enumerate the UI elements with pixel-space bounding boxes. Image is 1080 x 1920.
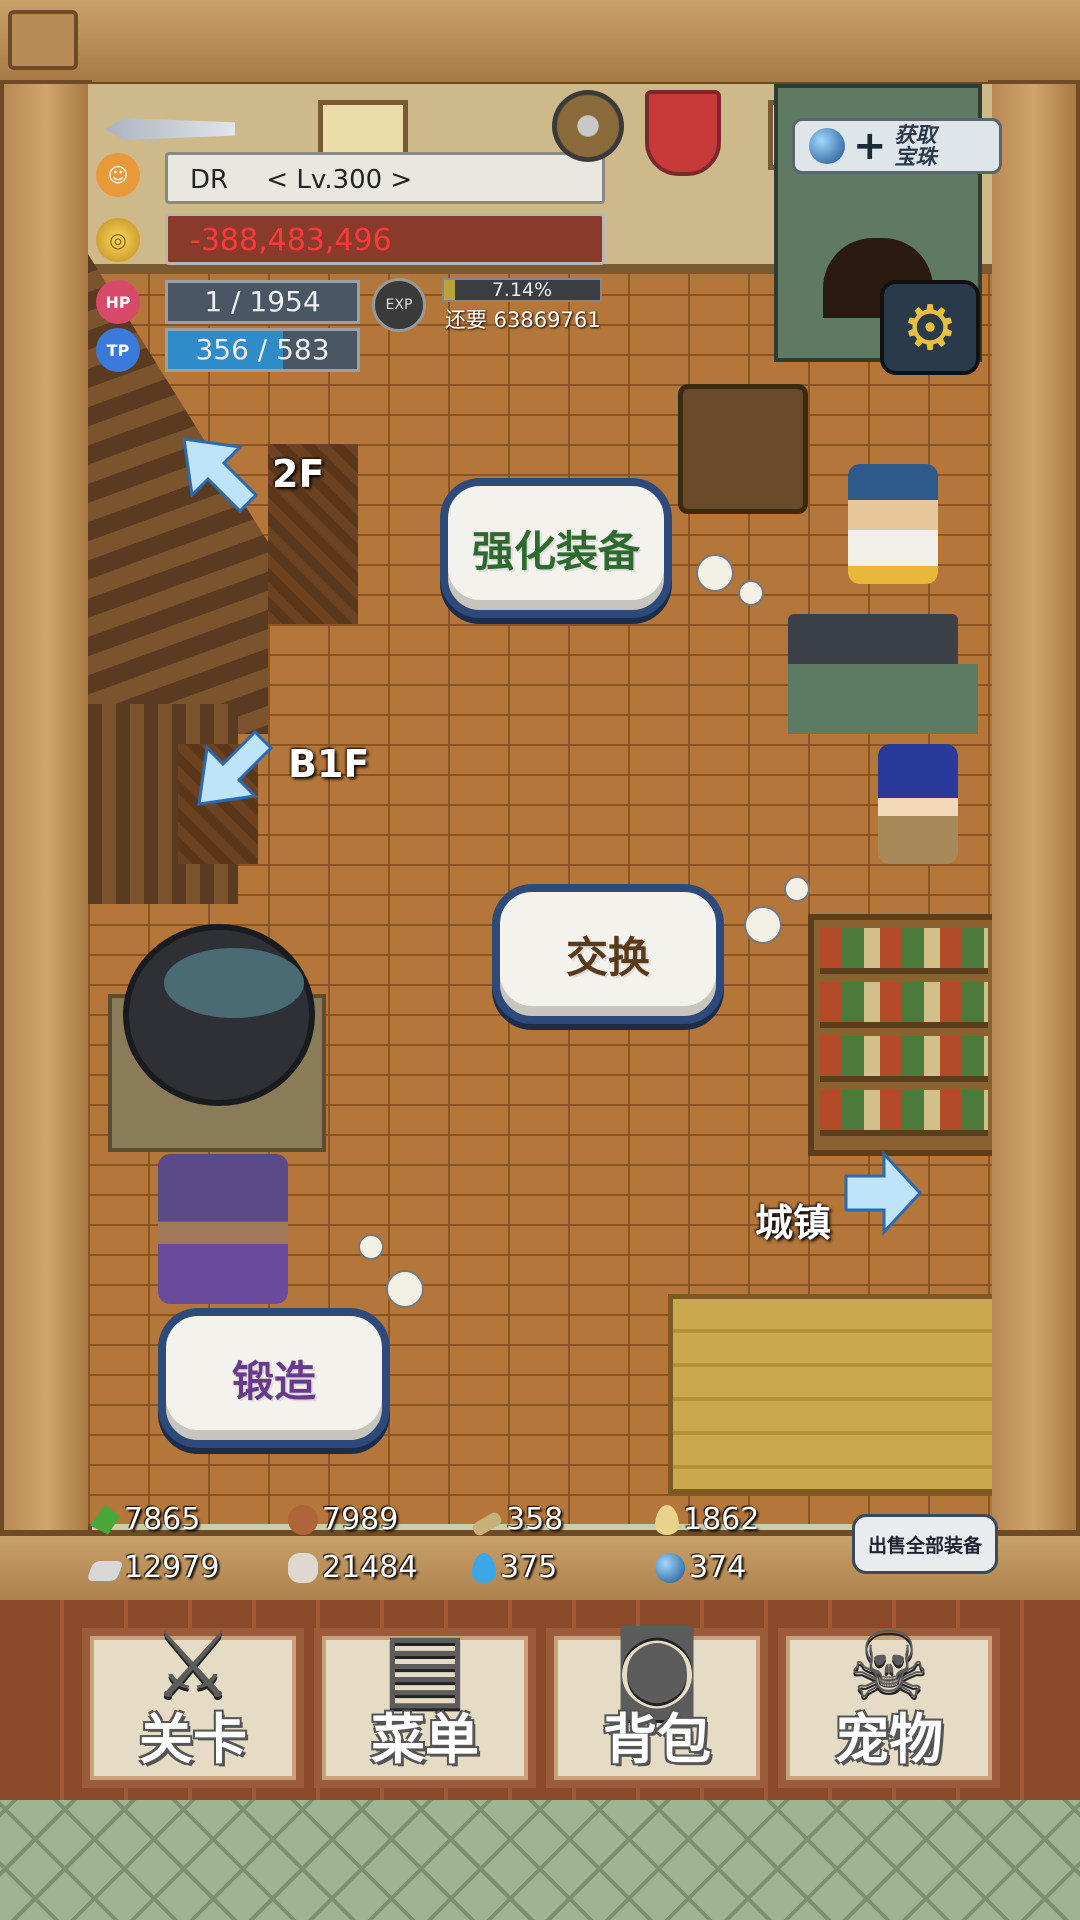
- floor-2f-label[interactable]: 2F: [272, 452, 324, 496]
- resource-blue-orb: 374: [655, 1550, 746, 1585]
- gold-amount-box: -388,483,496: [165, 213, 605, 265]
- exp-remaining: 还要 63869761: [445, 308, 601, 332]
- speech-bubble-dot: [744, 906, 782, 944]
- settings-button[interactable]: ⚙: [880, 280, 980, 375]
- left-frame: [0, 80, 92, 1620]
- frame-knob: [8, 10, 78, 70]
- wizard-npc[interactable]: [158, 1154, 288, 1304]
- speech-bubble-dot: [784, 876, 810, 902]
- resource-plank: 358: [470, 1502, 564, 1538]
- hp-bar: 1 / 1954: [165, 280, 360, 324]
- iron-ingot-icon: [86, 1560, 124, 1581]
- exchange-label: 交换: [565, 932, 650, 982]
- exchange-button[interactable]: 交换: [492, 884, 724, 1024]
- player-name: DR: [190, 165, 229, 195]
- stone-icon: [288, 1552, 318, 1583]
- herb-icon: [90, 1504, 120, 1535]
- resource-value: 374: [689, 1550, 747, 1585]
- resource-wood: 7989: [288, 1502, 398, 1537]
- resource-value: 7989: [322, 1502, 399, 1537]
- player-avatar-icon: ☺: [96, 153, 140, 197]
- plank-icon: [470, 1509, 504, 1538]
- floor-b1f-label[interactable]: B1F: [288, 742, 369, 786]
- nav-menu-button[interactable]: ▤ 菜单: [314, 1612, 536, 1788]
- resource-value: 375: [500, 1550, 558, 1585]
- forge-button[interactable]: 锻造: [158, 1308, 390, 1448]
- flame-drop-icon: [655, 1504, 679, 1535]
- plus-icon: +: [853, 123, 887, 169]
- speech-bubble-dot: [738, 580, 764, 606]
- arrow-up-left-icon[interactable]: [180, 435, 260, 515]
- nav-pets-label: 宠物: [835, 1708, 943, 1771]
- gear-icon: ⚙: [902, 291, 958, 364]
- tiled-floor-border: [0, 1800, 1080, 1920]
- player-name-box: DR < Lv.300 >: [165, 152, 605, 204]
- tp-value: 356 / 583: [195, 333, 330, 366]
- gold-amount: -388,483,496: [190, 223, 392, 258]
- anvil: [788, 614, 978, 734]
- nav-stages-button[interactable]: ⚔ 关卡: [82, 1612, 304, 1788]
- arrow-down-left-icon[interactable]: [195, 728, 275, 808]
- player-level: < Lv.300 >: [266, 165, 413, 195]
- exp-bar: 7.14%: [442, 278, 602, 302]
- nav-pets-button[interactable]: ☠ 宠物: [778, 1612, 1000, 1788]
- resource-flame-drop: 1862: [655, 1502, 759, 1537]
- exp-bar-fill: [444, 280, 456, 300]
- top-frame: [0, 0, 1080, 88]
- sell-all-label: 出售全部装备: [867, 1534, 982, 1557]
- speech-bubble-dot: [358, 1234, 384, 1260]
- enhance-equipment-button[interactable]: 强化装备: [440, 478, 672, 618]
- exp-icon: EXP: [372, 278, 426, 332]
- speech-bubble-dot: [696, 554, 734, 592]
- blue-orb-icon: [809, 128, 845, 164]
- wood-icon: [288, 1504, 318, 1535]
- resource-value: 12979: [124, 1550, 220, 1585]
- gold-coin-icon: ◎: [96, 218, 140, 262]
- nav-menu-label: 菜单: [371, 1708, 479, 1771]
- town-label[interactable]: 城镇: [755, 1192, 831, 1247]
- sell-all-equipment-button[interactable]: 出售全部装备: [852, 1514, 998, 1574]
- enhance-equipment-label: 强化装备: [471, 526, 640, 576]
- trader-npc[interactable]: [878, 744, 958, 864]
- resource-iron: 12979: [86, 1550, 220, 1585]
- speech-bubble-dot: [386, 1270, 424, 1308]
- forge-label: 锻造: [231, 1356, 316, 1406]
- tp-heart-icon: TP: [96, 328, 140, 372]
- wooden-table: [668, 1294, 992, 1494]
- resource-herb: 7865: [90, 1502, 200, 1537]
- blacksmith-npc[interactable]: [848, 464, 938, 584]
- hp-heart-icon: HP: [96, 280, 140, 324]
- resource-value: 358: [506, 1502, 564, 1537]
- resource-blue-flame: 375: [472, 1550, 557, 1585]
- hp-value: 1 / 1954: [204, 285, 321, 318]
- arrow-right-icon[interactable]: [842, 1150, 924, 1236]
- resource-value: 7865: [124, 1502, 201, 1537]
- nav-stages-label: 关卡: [139, 1708, 247, 1771]
- resource-stone: 21484: [288, 1550, 417, 1585]
- tp-bar: 356 / 583: [165, 328, 360, 372]
- nav-bag-label: 背包: [603, 1708, 711, 1771]
- bellows: [678, 384, 808, 514]
- cauldron: [108, 924, 326, 1152]
- get-orbs-label: 获取宝珠: [894, 123, 937, 169]
- right-frame: [988, 80, 1080, 1620]
- blue-orb-icon: [655, 1552, 685, 1583]
- resource-value: 1862: [683, 1502, 760, 1537]
- resource-value: 21484: [322, 1550, 418, 1585]
- goods-shelf: [808, 914, 992, 1156]
- exp-percent: 7.14%: [491, 279, 553, 301]
- get-orbs-button[interactable]: + 获取宝珠: [792, 118, 1002, 174]
- shield-decoration: [552, 90, 624, 162]
- blue-flame-icon: [472, 1552, 496, 1583]
- red-shield-decoration: [645, 90, 721, 176]
- nav-bag-button[interactable]: ◙ 背包: [546, 1612, 768, 1788]
